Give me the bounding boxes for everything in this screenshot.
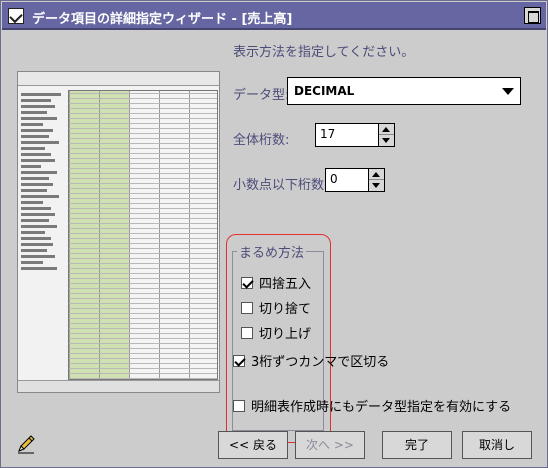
data-type-select[interactable]: DECIMAL [287,77,521,105]
spin-down-arrow-icon[interactable] [369,180,384,191]
rounding-option-round-down[interactable]: 切り捨て [241,298,311,317]
decimal-digits-value: 0 [330,172,338,186]
comma-separator-option[interactable]: 3桁ずつカンマで区切る [233,351,389,370]
window-check-icon [8,8,24,24]
data-type-label: データ型: [233,88,290,103]
pencil-icon [18,435,35,454]
preview-statusbar [18,380,219,392]
total-digits-spin-buttons [378,124,394,146]
total-digits-spinner[interactable]: 17 [315,123,395,147]
checkbox-checked-icon[interactable] [241,277,253,289]
data-type-value: DECIMAL [294,84,355,98]
rounding-option-label: 切り捨て [259,302,312,317]
wizard-window: データ項目の詳細指定ウィザード - [売上高] 表示方法を指定してください。 デ… [0,0,548,468]
cancel-button[interactable]: 取消し [462,431,532,459]
rounding-option-label: 四捨五入 [259,277,312,292]
rounding-option-round-up[interactable]: 切り上げ [241,323,311,342]
report-preview [17,71,220,393]
decimal-digits-label: 小数点以下桁数: [233,178,329,193]
detail-report-option[interactable]: 明細表作成時にもデータ型指定を有効にする [233,396,511,415]
spin-up-arrow-icon[interactable] [369,169,384,180]
window-title: データ項目の詳細指定ウィザード - [売上高] [32,12,293,27]
checkbox-unchecked-icon[interactable] [241,327,253,339]
total-digits-label: 全体桁数: [233,133,290,148]
rounding-option-round-half-up[interactable]: 四捨五入 [241,273,311,292]
maximize-button[interactable] [524,7,541,24]
total-digits-value: 17 [320,127,336,141]
detail-report-label: 明細表作成時にもデータ型指定を有効にする [251,400,512,415]
preview-grid [68,90,218,380]
instruction-text: 表示方法を指定してください。 [233,45,415,60]
preview-tree [21,90,65,380]
back-button[interactable]: << 戻る [218,431,288,459]
checkbox-unchecked-icon[interactable] [233,400,245,412]
rounding-group-title: まるめ方法 [237,242,307,261]
checkbox-checked-icon[interactable] [233,355,245,367]
checkbox-unchecked-icon[interactable] [241,302,253,314]
chevron-down-icon [502,88,514,95]
preview-toolbar [18,72,219,86]
decimal-digits-spinner[interactable]: 0 [325,168,385,192]
next-button[interactable]: 次へ >> [295,431,365,459]
spin-down-arrow-icon[interactable] [379,135,394,146]
spin-up-arrow-icon[interactable] [379,124,394,135]
rounding-option-label: 切り上げ [259,327,312,342]
comma-separator-label: 3桁ずつカンマで区切る [251,355,390,370]
finish-button[interactable]: 完了 [382,431,452,459]
title-bar[interactable]: データ項目の詳細指定ウィザード - [売上高] [2,2,546,30]
decimal-digits-spin-buttons [368,169,384,191]
